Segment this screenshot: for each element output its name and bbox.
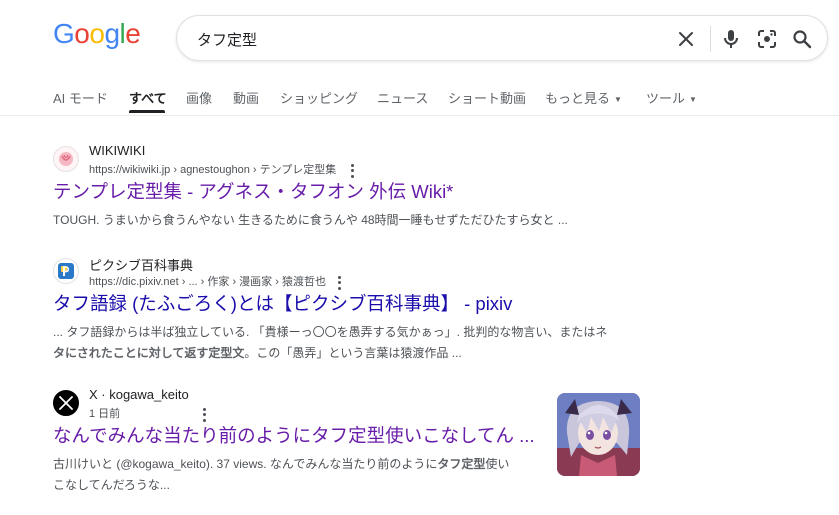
more-options-icon[interactable] <box>333 275 345 291</box>
result-title-link[interactable]: タフ語録 (たふごろく)とは【ピクシブ百科事典】 - pixiv <box>53 290 512 316</box>
tab-shopping[interactable]: ショッピング <box>280 88 358 107</box>
search-divider <box>710 26 711 52</box>
search-icon[interactable] <box>790 27 814 51</box>
tab-tools[interactable]: ツール ▼ <box>646 88 697 107</box>
snippet-text: 。この「愚弄」という言葉は猿渡作品 ... <box>244 346 462 360</box>
tab-all[interactable]: すべて <box>129 88 167 107</box>
snippet-text: 使い <box>485 457 510 471</box>
site-url[interactable]: https://dic.pixiv.net › ... › 作家 › 漫画家 ›… <box>89 273 326 289</box>
google-logo[interactable]: Google <box>53 18 141 50</box>
result-snippet: ... タフ語録からは半ば独立している. 「貴様ーっ〇〇を愚弄する気かぁっ」. … <box>53 322 643 364</box>
tab-videos[interactable]: 動画 <box>233 88 259 107</box>
tab-news[interactable]: ニュース <box>377 88 428 107</box>
result-snippet: TOUGH. うまいから食うんやない 生きるために食うんや 48時間一睡もせずた… <box>53 213 568 227</box>
logo-letter: g <box>104 18 120 49</box>
site-url[interactable]: https://wikiwiki.jp › agnestoughon › テンプ… <box>89 161 336 177</box>
microphone-icon[interactable] <box>719 27 743 51</box>
active-tab-indicator <box>129 110 165 113</box>
close-icon[interactable] <box>674 27 698 51</box>
snippet-highlight: タにされたことに対して返す定型文 <box>53 346 245 360</box>
tab-more[interactable]: もっと見る ▼ <box>545 88 622 107</box>
tab-more-label: もっと見る <box>545 91 611 106</box>
logo-letter: o <box>89 18 105 49</box>
snippet-line: ... タフ語録からは半ば独立している. 「貴様ーっ〇〇を愚弄する気かぁっ」. … <box>53 325 608 339</box>
tab-ai-mode[interactable]: AI モード <box>53 88 108 107</box>
site-name[interactable]: ピクシブ百科事典 <box>89 255 193 274</box>
snippet-line: こなしてんだろうな... <box>53 478 170 492</box>
header-divider <box>0 115 839 116</box>
x-favicon[interactable] <box>53 390 79 416</box>
chevron-down-icon: ▼ <box>689 95 697 105</box>
chevron-down-icon: ▼ <box>614 95 622 105</box>
more-options-icon[interactable] <box>198 407 210 423</box>
wikiwiki-favicon[interactable] <box>53 146 79 172</box>
pixiv-dictionary-favicon[interactable] <box>53 258 79 284</box>
tab-tools-label: ツール <box>646 91 686 106</box>
result-title-link[interactable]: なんでみんな当たり前のようにタフ定型使いこなしてん ... <box>53 422 535 448</box>
post-date: 1 日前 <box>89 408 121 420</box>
search-box[interactable]: タフ定型 <box>176 15 828 61</box>
search-input[interactable]: タフ定型 <box>197 29 257 50</box>
logo-letter: e <box>125 18 141 49</box>
tab-images[interactable]: 画像 <box>186 88 212 107</box>
site-name[interactable]: WIKIWIKI <box>89 143 145 158</box>
snippet-text: 古川けいと (@kogawa_keito). 37 views. なんでみんな当… <box>53 457 438 471</box>
tab-short-videos[interactable]: ショート動画 <box>448 88 526 107</box>
more-options-icon[interactable] <box>346 163 358 179</box>
snippet-highlight: タフ定型 <box>437 457 486 471</box>
site-name[interactable]: X · kogawa_keito <box>89 387 189 402</box>
result-snippet: 古川けいと (@kogawa_keito). 37 views. なんでみんな当… <box>53 454 543 496</box>
logo-letter: G <box>53 18 75 49</box>
camera-icon[interactable] <box>755 27 779 51</box>
logo-letter: o <box>74 18 90 49</box>
anime-character-thumbnail[interactable] <box>557 393 640 476</box>
result-title-link[interactable]: テンプレ定型集 - アグネス・タフオン 外伝 Wiki* <box>53 178 453 204</box>
